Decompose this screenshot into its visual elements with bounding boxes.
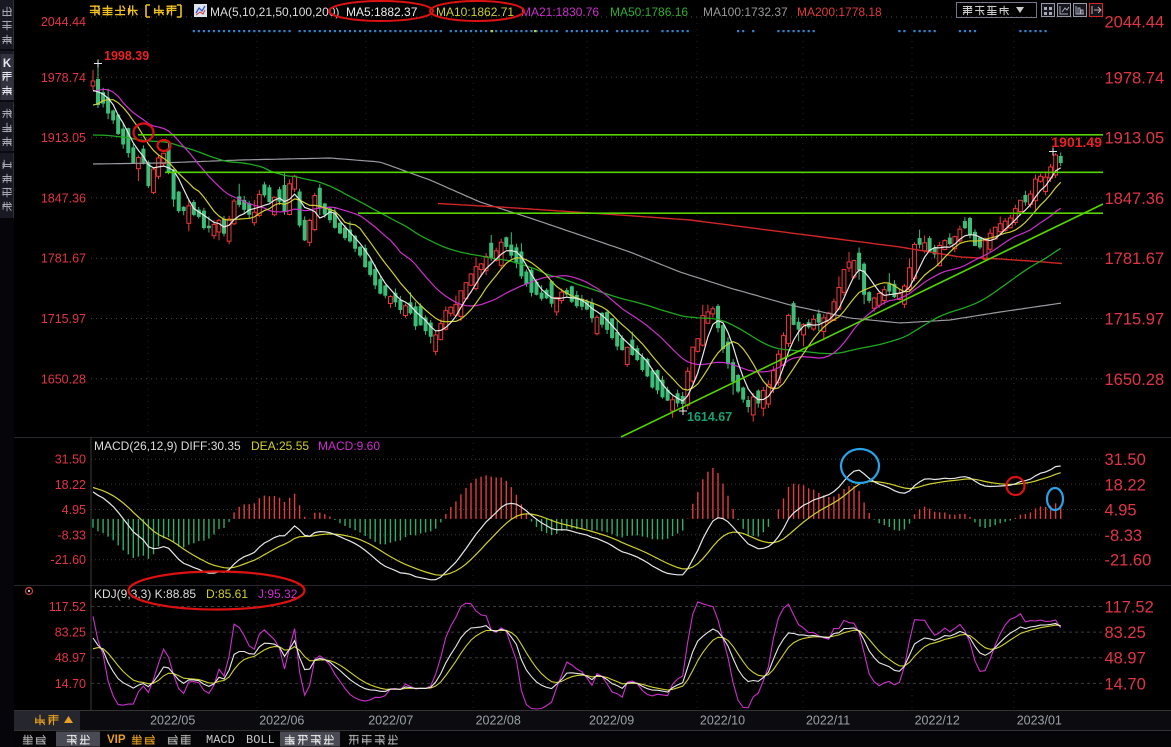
- svg-text:MACD: MACD: [206, 733, 235, 747]
- svg-text:1978.74: 1978.74: [1105, 69, 1165, 87]
- svg-text:1978.74: 1978.74: [41, 71, 86, 85]
- svg-text:1650.28: 1650.28: [41, 372, 86, 386]
- svg-text:MACD(26,12,9) DIFF:30.35: MACD(26,12,9) DIFF:30.35: [94, 439, 241, 453]
- svg-text:1781.67: 1781.67: [41, 252, 86, 266]
- svg-text:MA21:1830.76: MA21:1830.76: [521, 5, 599, 19]
- svg-text:2044.44: 2044.44: [1105, 14, 1165, 32]
- svg-text:31.50: 31.50: [55, 453, 86, 467]
- svg-text:2022/09: 2022/09: [589, 714, 634, 728]
- svg-text:1847.36: 1847.36: [41, 191, 86, 205]
- svg-text:MA200:1778.18: MA200:1778.18: [797, 5, 882, 19]
- svg-text:-21.60: -21.60: [51, 553, 86, 567]
- svg-text:MA(5,10,21,50,100,200): MA(5,10,21,50,100,200): [210, 5, 339, 19]
- svg-text:117.52: 117.52: [49, 600, 86, 614]
- svg-text:MA50:1786.16: MA50:1786.16: [610, 5, 688, 19]
- svg-text:-21.60: -21.60: [1105, 552, 1152, 570]
- svg-text:83.25: 83.25: [1105, 624, 1146, 642]
- svg-text:1781.67: 1781.67: [1105, 250, 1165, 268]
- svg-text:1913.05: 1913.05: [1105, 130, 1165, 148]
- svg-text:31.50: 31.50: [1105, 451, 1146, 469]
- svg-text:D:85.61: D:85.61: [206, 587, 248, 601]
- svg-text:1614.67: 1614.67: [687, 410, 732, 424]
- svg-text:DEA:25.55: DEA:25.55: [251, 439, 309, 453]
- svg-text:1901.49: 1901.49: [1051, 134, 1102, 150]
- svg-text:2022/11: 2022/11: [806, 714, 850, 728]
- svg-text:1650.28: 1650.28: [1105, 371, 1165, 389]
- svg-text:117.52: 117.52: [1105, 599, 1154, 617]
- svg-text:VIP: VIP: [107, 734, 126, 746]
- svg-text:2022/12: 2022/12: [915, 714, 960, 728]
- svg-text:2022/08: 2022/08: [476, 714, 521, 728]
- svg-text:BOLL: BOLL: [246, 733, 275, 747]
- svg-text:14.70: 14.70: [1105, 675, 1146, 693]
- svg-text:18.22: 18.22: [1105, 476, 1146, 494]
- svg-text:2023/01: 2023/01: [1017, 714, 1062, 728]
- svg-text:4.95: 4.95: [1105, 502, 1137, 520]
- svg-text:48.97: 48.97: [1105, 650, 1146, 668]
- svg-text:1913.05: 1913.05: [41, 131, 86, 145]
- svg-text:14.70: 14.70: [55, 677, 86, 691]
- svg-text:18.22: 18.22: [55, 478, 86, 492]
- svg-text:2022/05: 2022/05: [150, 714, 195, 728]
- svg-text:2044.44: 2044.44: [41, 15, 86, 29]
- svg-text:-8.33: -8.33: [58, 528, 87, 542]
- svg-text:83.25: 83.25: [55, 626, 86, 640]
- svg-text:MA100:1732.37: MA100:1732.37: [703, 5, 788, 19]
- svg-text:4.95: 4.95: [62, 503, 86, 517]
- svg-text:2022/06: 2022/06: [259, 714, 304, 728]
- svg-text:1715.97: 1715.97: [41, 312, 86, 326]
- svg-text:48.97: 48.97: [55, 651, 86, 665]
- svg-text:MACD:9.60: MACD:9.60: [318, 439, 380, 453]
- svg-text:-8.33: -8.33: [1105, 527, 1143, 545]
- svg-text:1998.39: 1998.39: [104, 49, 149, 63]
- svg-text:2022/10: 2022/10: [700, 714, 745, 728]
- svg-text:1847.36: 1847.36: [1105, 190, 1165, 208]
- svg-text:K: K: [3, 58, 12, 70]
- svg-text:J:95.32: J:95.32: [258, 587, 298, 601]
- svg-text:KDJ(9,3,3) K:88.85: KDJ(9,3,3) K:88.85: [94, 587, 196, 601]
- svg-text:1715.97: 1715.97: [1105, 311, 1165, 329]
- svg-text:MA10:1862.71: MA10:1862.71: [436, 5, 514, 19]
- svg-text:MA5:1882.37: MA5:1882.37: [346, 5, 418, 19]
- svg-text:2022/07: 2022/07: [368, 714, 413, 728]
